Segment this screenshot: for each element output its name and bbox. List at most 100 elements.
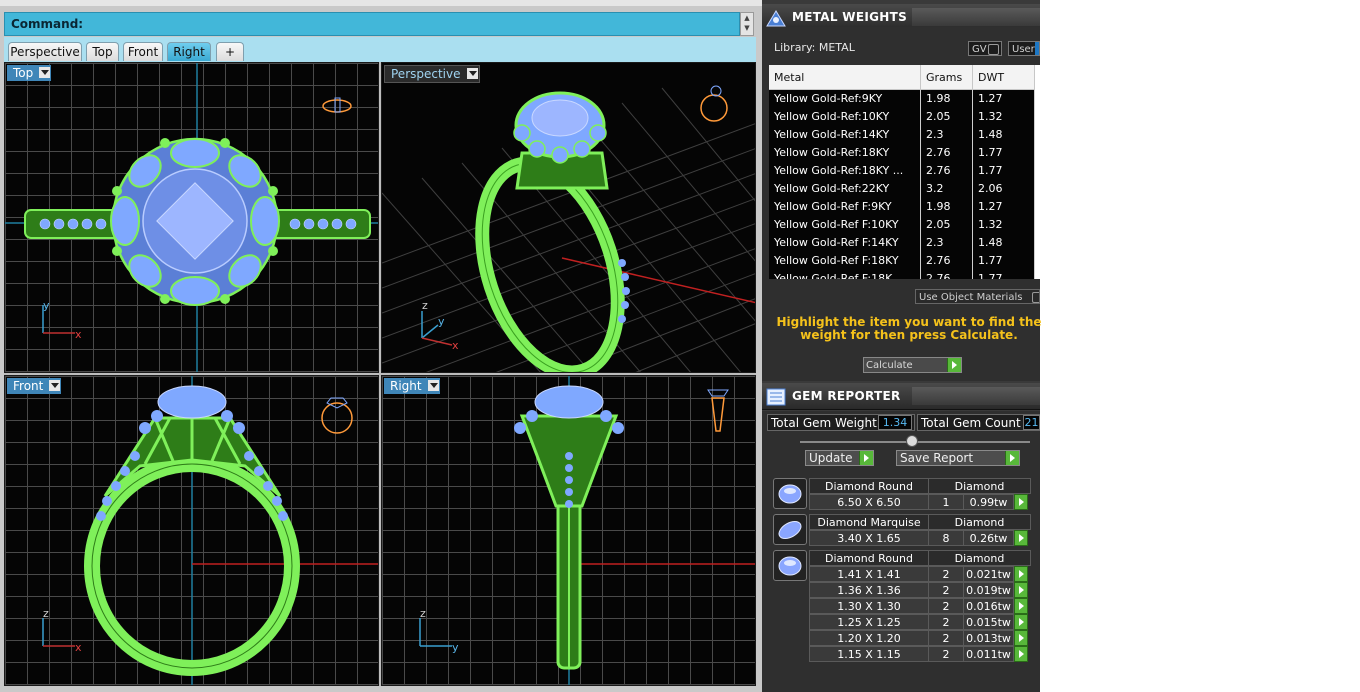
save-report-button[interactable]: Save Report — [896, 450, 1020, 466]
use-object-materials-label: Use Object Materials — [919, 292, 1023, 303]
select-gem-button[interactable] — [1014, 582, 1028, 598]
slider-handle[interactable] — [906, 435, 918, 447]
gem-weight: 0.99tw — [963, 494, 1014, 510]
tab-perspective[interactable]: Perspective — [8, 42, 82, 61]
cell-metal: Yellow Gold-Ref:22KY — [769, 180, 921, 198]
cell-dwt: 1.32 — [972, 216, 1035, 234]
panel-grip[interactable] — [912, 8, 1040, 26]
cell-grams: 2.3 — [920, 126, 973, 144]
column-header-metal[interactable]: Metal — [769, 65, 921, 90]
total-gem-count-label: Total Gem Count — [917, 414, 1040, 431]
cell-grams: 2.3 — [920, 234, 973, 252]
calculate-label: Calculate — [866, 360, 913, 371]
axis-z-label: z — [43, 607, 49, 620]
cell-metal: Yellow Gold-Ref F:10KY — [769, 216, 921, 234]
tab-right[interactable]: Right — [167, 42, 211, 61]
select-gem-button[interactable] — [1014, 530, 1028, 546]
table-row[interactable]: Yellow Gold-Ref F:9KY 1.98 1.27 — [769, 198, 1035, 216]
save-report-label: Save Report — [900, 451, 974, 465]
marquise-gem-icon — [773, 514, 807, 545]
metal-table-body: Yellow Gold-Ref:9KY 1.98 1.27 Yellow Gold-R… — [769, 89, 1035, 279]
table-row[interactable]: Yellow Gold-Ref:9KY 1.98 1.27 — [769, 89, 1035, 108]
gem-size: 1.25 X 1.25 — [809, 614, 929, 630]
table-row[interactable]: Yellow Gold-Ref F:18KY 2.76 1.77 — [769, 252, 1035, 270]
cell-grams: 1.98 — [920, 89, 973, 108]
table-row[interactable]: Yellow Gold-Ref F:14KY 2.3 1.48 — [769, 234, 1035, 252]
select-gem-button[interactable] — [1014, 566, 1028, 582]
cell-grams: 2.76 — [920, 162, 973, 180]
calculate-button[interactable]: Calculate — [863, 357, 962, 373]
table-row[interactable]: Yellow Gold-Ref F:10KY 2.05 1.32 — [769, 216, 1035, 234]
table-row[interactable]: Yellow Gold-Ref:22KY 3.2 2.06 — [769, 180, 1035, 198]
cell-dwt: 1.77 — [972, 252, 1035, 270]
gem-size: 1.20 X 1.20 — [809, 630, 929, 646]
gem-reporter-header: GEM REPORTER — [762, 383, 1040, 410]
select-gem-button[interactable] — [1014, 646, 1028, 662]
chevron-down-icon[interactable] — [49, 380, 61, 391]
toggle-icon — [1032, 292, 1039, 303]
user-label: User — [1012, 44, 1035, 55]
gem-size: 1.36 X 1.36 — [809, 582, 929, 598]
column-header-dwt[interactable]: DWT — [972, 65, 1035, 90]
metal-table: Metal Grams DWT Yellow Gold-Ref:9KY 1.98 1… — [769, 65, 1040, 279]
cell-metal: Yellow Gold-Ref:14KY — [769, 126, 921, 144]
total-gem-weight-text: Total Gem Weight — [771, 416, 877, 430]
viewport-front-label[interactable]: Front — [7, 378, 62, 394]
chevron-down-icon[interactable] — [427, 380, 439, 391]
command-bar[interactable]: Command: — [4, 12, 740, 36]
cell-grams: 1.98 — [920, 198, 973, 216]
metal-weights-panel: Library: METAL GV User Metal Grams DWT Y… — [762, 27, 1042, 381]
viewport-top-title: Top — [13, 66, 34, 80]
viewport-right-label[interactable]: Right — [384, 378, 440, 394]
table-row[interactable]: Yellow Gold-Ref:18KY ... 2.76 1.77 — [769, 162, 1035, 180]
viewport-right[interactable]: z y Right — [381, 375, 756, 686]
viewport-right-title: Right — [390, 379, 422, 393]
axis-x-label: x — [75, 641, 82, 654]
table-row[interactable]: Yellow Gold-Ref:18KY 2.76 1.77 — [769, 144, 1035, 162]
viewport-top-label[interactable]: Top — [7, 65, 52, 81]
gem-count: 8 — [928, 530, 964, 546]
gem-count: 2 — [928, 614, 964, 630]
gem-material-header: Diamond — [928, 550, 1031, 566]
column-header-grams[interactable]: Grams — [920, 65, 973, 90]
select-gem-button[interactable] — [1014, 630, 1028, 646]
update-label: Update — [809, 451, 853, 465]
axis-z-label: z — [420, 607, 426, 620]
table-row[interactable]: Yellow Gold-Ref:14KY 2.3 1.48 — [769, 126, 1035, 144]
select-gem-button[interactable] — [1014, 494, 1028, 510]
viewport-perspective[interactable]: z y x Perspective — [381, 62, 756, 373]
chevron-down-icon[interactable] — [39, 67, 51, 78]
select-gem-button[interactable] — [1014, 614, 1028, 630]
command-scroll[interactable]: ▲ ▼ — [740, 12, 754, 36]
gem-count: 2 — [928, 566, 964, 582]
cell-metal: Yellow Gold-Ref F:18K... — [769, 270, 921, 279]
round-gem-icon — [773, 550, 807, 581]
play-icon — [859, 451, 873, 465]
viewport-top[interactable]: y x Top — [4, 62, 379, 373]
cell-metal: Yellow Gold-Ref F:14KY — [769, 234, 921, 252]
tab-top[interactable]: Top — [86, 42, 119, 61]
gem-count: 2 — [928, 598, 964, 614]
play-icon — [1005, 451, 1019, 465]
table-row[interactable]: Yellow Gold-Ref:10KY 2.05 1.32 — [769, 108, 1035, 126]
gem-shape-header: Diamond Round — [809, 478, 929, 494]
table-row[interactable]: Yellow Gold-Ref F:18K... 2.76 1.77 — [769, 270, 1035, 279]
add-tab-button[interactable]: + — [216, 42, 244, 61]
user-toggle[interactable]: User — [1008, 41, 1040, 56]
viewport-perspective-label[interactable]: Perspective — [384, 65, 480, 83]
axis-x-label: x — [75, 328, 82, 341]
gv-toggle[interactable]: GV — [968, 41, 1002, 56]
tab-front[interactable]: Front — [123, 42, 163, 61]
total-gem-count-value: 21 — [1023, 415, 1040, 430]
top-view-ring-model: y x — [5, 63, 378, 372]
chevron-down-icon[interactable] — [466, 68, 478, 79]
viewport-front[interactable]: z x Front — [4, 375, 379, 686]
scale-icon — [766, 10, 786, 27]
cell-grams: 3.2 — [920, 180, 973, 198]
select-gem-button[interactable] — [1014, 598, 1028, 614]
use-object-materials-field[interactable]: Use Object Materials — [915, 289, 1040, 304]
cell-dwt: 1.77 — [972, 270, 1035, 279]
panel-grip[interactable] — [912, 387, 1040, 405]
update-button[interactable]: Update — [805, 450, 874, 466]
viewport-grid: y x Top z y x Perspective z x Front z y … — [4, 62, 756, 686]
